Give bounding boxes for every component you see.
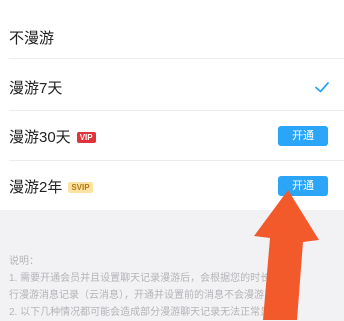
svip-badge: SVIP [68, 182, 93, 194]
divider [9, 110, 344, 111]
option-no-roaming[interactable]: 不漫游 [0, 17, 344, 57]
option-roaming-30-days[interactable]: 漫游30天 VIP 开通 [0, 116, 344, 156]
option-roaming-7-days[interactable]: 漫游7天 [0, 67, 344, 107]
open-vip-button[interactable]: 开通 [278, 126, 328, 146]
divider [9, 160, 344, 161]
checkmark-icon [315, 82, 329, 93]
option-roaming-2-years-text: 漫游2年 [9, 178, 63, 196]
option-roaming-7-days-label: 漫游7天 [9, 79, 63, 97]
option-roaming-30-days-text: 漫游30天 [9, 128, 71, 146]
roaming-options-list: 不漫游 漫游7天 漫游30天 VIP 开通 漫游2年 SVIP 开通 [0, 0, 344, 210]
pointer-arrow-icon [254, 190, 319, 320]
option-roaming-30-days-label: 漫游30天 VIP [9, 126, 96, 147]
option-roaming-2-years-label: 漫游2年 SVIP [9, 176, 93, 197]
divider [9, 58, 344, 59]
option-no-roaming-label: 不漫游 [9, 29, 55, 47]
vip-badge: VIP [76, 132, 96, 144]
